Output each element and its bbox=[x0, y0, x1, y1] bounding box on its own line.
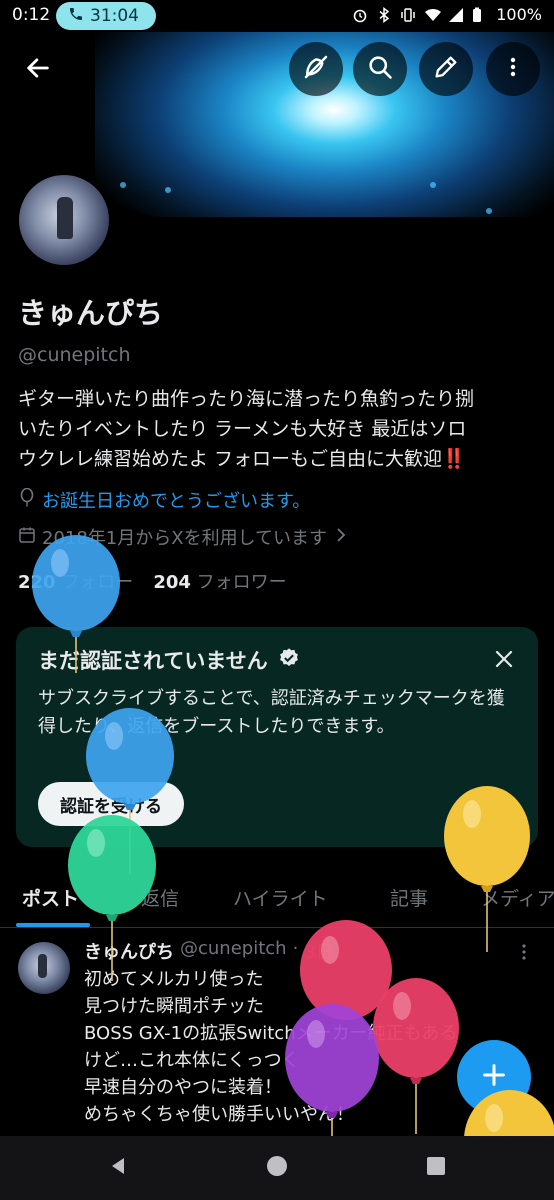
profile-tabs: ポスト 返信 ハイライト 記事 メディア bbox=[0, 870, 554, 928]
following-label: フォロー bbox=[61, 572, 134, 593]
nav-recents-button[interactable] bbox=[422, 1154, 450, 1182]
system-nav-bar bbox=[0, 1136, 554, 1200]
verification-body: サブスクライブすることで、認証済みチェックマークを獲得したり、返信をブーストした… bbox=[38, 688, 505, 737]
post-author-handle: @cunepitch bbox=[180, 938, 287, 959]
unmute-button[interactable] bbox=[289, 42, 343, 96]
more-button[interactable] bbox=[486, 42, 540, 96]
verified-badge-icon bbox=[278, 647, 300, 674]
search-button[interactable] bbox=[353, 42, 407, 96]
back-button[interactable] bbox=[18, 52, 58, 88]
phone-icon bbox=[68, 6, 84, 27]
post-line: 初めてメルカリ使った bbox=[84, 969, 264, 990]
close-icon bbox=[494, 649, 514, 673]
bio-line: ギター弾いたり曲作ったり海に潜ったり魚釣ったり捌 bbox=[18, 388, 475, 410]
post-more-button[interactable] bbox=[514, 942, 534, 962]
plus-icon bbox=[480, 1061, 508, 1093]
call-chip[interactable]: 31:04 bbox=[56, 2, 156, 30]
following-count: 220 bbox=[18, 572, 56, 593]
back-triangle-icon bbox=[107, 1155, 129, 1181]
search-icon bbox=[366, 53, 394, 85]
following-link[interactable]: 220 フォロー bbox=[18, 568, 133, 594]
verification-title: まだ認証されていません bbox=[38, 645, 300, 675]
banner-bubble bbox=[430, 182, 436, 188]
back-arrow-icon bbox=[24, 54, 52, 86]
followers-count: 204 bbox=[153, 572, 191, 593]
birthday-text[interactable]: お誕生日おめでとうございます。 bbox=[42, 487, 310, 513]
wifi-icon bbox=[424, 7, 442, 23]
edit-icon bbox=[432, 53, 460, 85]
post-header: きゅんぴち @cunepitch · 3日 bbox=[84, 938, 334, 964]
get-verified-button[interactable]: 認証を受ける bbox=[38, 782, 184, 826]
profile-avatar[interactable] bbox=[16, 172, 112, 268]
display-name: きゅんぴち bbox=[18, 296, 164, 330]
nav-home-button[interactable] bbox=[263, 1154, 291, 1182]
post-line: 見つけた瞬間ポチッた bbox=[84, 996, 264, 1017]
bio-line: ウクレレ練習始めたよ フォローもご自由に大歓迎‼️ bbox=[18, 448, 466, 470]
compose-fab[interactable] bbox=[457, 1040, 531, 1114]
tab-posts[interactable]: ポスト bbox=[22, 884, 79, 911]
tab-media[interactable]: メディア bbox=[481, 884, 554, 911]
followers-label: フォロワー bbox=[196, 572, 287, 593]
banner-bubble bbox=[486, 208, 492, 214]
double-exclamation-emoji: ‼️ bbox=[442, 448, 466, 470]
more-vertical-icon bbox=[501, 55, 525, 83]
chevron-right-icon bbox=[333, 526, 349, 549]
vibrate-icon bbox=[400, 7, 416, 23]
home-circle-icon bbox=[265, 1154, 289, 1182]
followers-link[interactable]: 204 フォロワー bbox=[153, 568, 286, 594]
status-bar: 0:12 31:04 100% bbox=[0, 0, 554, 32]
balloon-icon bbox=[18, 487, 36, 513]
battery-icon bbox=[472, 7, 488, 23]
tab-replies[interactable]: 返信 bbox=[141, 884, 179, 911]
post-line: BOSS GX-1の拡張Switchメーカー純正もある bbox=[84, 1023, 458, 1044]
status-time: 0:12 bbox=[12, 5, 51, 25]
bio-line: いたりイベントしたり ラーメンも大好き 最近はソロ bbox=[18, 418, 467, 440]
avatar-figure bbox=[57, 197, 73, 239]
bluetooth-icon bbox=[376, 6, 392, 23]
close-button[interactable] bbox=[490, 647, 518, 675]
unmute-icon bbox=[301, 52, 331, 86]
recents-square-icon bbox=[425, 1155, 447, 1181]
banner-bubble bbox=[165, 187, 171, 193]
post-time: 3日 bbox=[304, 942, 334, 963]
avatar-figure bbox=[38, 954, 47, 978]
more-vertical-icon bbox=[514, 944, 534, 966]
follow-stats: 220 フォロー 204 フォロワー bbox=[18, 568, 287, 594]
alarm-icon bbox=[352, 7, 368, 23]
call-timer: 31:04 bbox=[90, 6, 139, 26]
signal-icon bbox=[448, 7, 464, 23]
edit-button[interactable] bbox=[419, 42, 473, 96]
banner-bubble bbox=[120, 182, 126, 188]
post-separator: · bbox=[292, 938, 299, 959]
active-tab-indicator bbox=[16, 923, 90, 927]
joined-row[interactable]: 2018年1月からXを利用しています bbox=[18, 524, 349, 550]
verification-card: まだ認証されていません サブスクライブすることで、認証済みチェックマークを獲得し… bbox=[16, 627, 538, 847]
calendar-icon bbox=[18, 526, 36, 549]
post-avatar[interactable] bbox=[18, 942, 70, 994]
profile-bio: ギター弾いたり曲作ったり海に潜ったり魚釣ったり捌 いたりイベントしたり ラーメン… bbox=[18, 384, 538, 474]
battery-level: 100% bbox=[496, 5, 542, 24]
status-icons: 100% bbox=[352, 5, 542, 24]
tab-highlights[interactable]: ハイライト bbox=[233, 884, 328, 911]
user-handle: @cunepitch bbox=[18, 344, 131, 366]
birthday-row[interactable]: お誕生日おめでとうございます。 bbox=[18, 487, 310, 513]
post-author-name: きゅんぴち bbox=[84, 942, 174, 963]
joined-text: 2018年1月からXを利用しています bbox=[42, 528, 328, 549]
tab-articles[interactable]: 記事 bbox=[390, 884, 428, 911]
nav-back-button[interactable] bbox=[104, 1154, 132, 1182]
